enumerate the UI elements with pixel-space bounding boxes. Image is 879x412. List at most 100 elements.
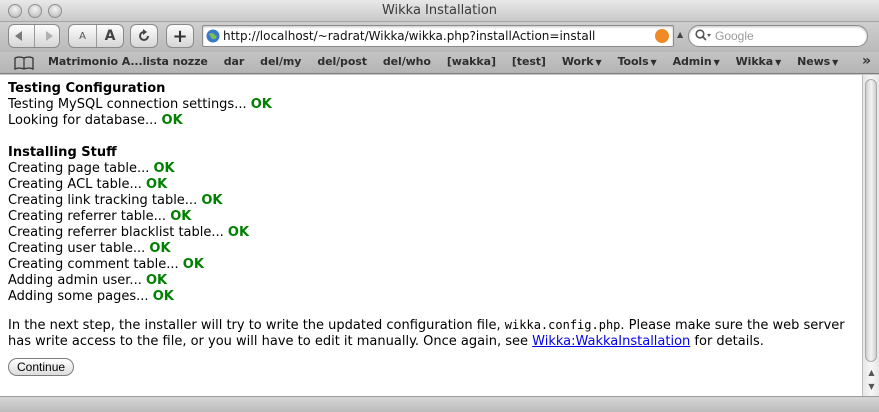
bookmark-label: del/post: [317, 55, 367, 68]
status-ok-label: OK: [149, 241, 171, 256]
bookmark-item[interactable]: [test]: [504, 55, 554, 68]
status-text: Creating ACL table...: [8, 177, 142, 192]
status-text: Testing MySQL connection settings...: [8, 97, 247, 112]
text-smaller-button[interactable]: A: [69, 25, 96, 47]
heading-installing-stuff: Installing Stuff: [8, 145, 117, 160]
status-ok-label: OK: [170, 209, 192, 224]
bookmark-label: del/who: [382, 55, 431, 68]
window-title: Wikka Installation: [381, 3, 498, 18]
status-line: Creating user table... OK: [8, 241, 854, 257]
status-text: Looking for database...: [8, 113, 158, 128]
back-forward-control: [8, 24, 60, 48]
bookmark-item[interactable]: del/my: [252, 55, 309, 68]
bookmark-item[interactable]: Matrimonio A...lista nozze: [40, 55, 216, 68]
dropdown-caret-icon: ▼: [595, 58, 602, 67]
address-bar[interactable]: http://localhost/~radrat/Wikka/wikka.php…: [202, 25, 674, 47]
status-ok-label: OK: [152, 289, 174, 304]
status-line: Creating page table... OK: [8, 161, 854, 177]
toolbar: A A + http://localhost/~radrat/Wikka/wik…: [0, 22, 879, 52]
forward-button[interactable]: [33, 25, 59, 47]
dropdown-caret-icon: ▼: [713, 58, 720, 67]
bookmark-label: Wikka: [735, 55, 774, 68]
bookmark-item[interactable]: dar: [216, 55, 252, 68]
bookmark-label: News: [797, 55, 831, 68]
bookmarks-list: Matrimonio A...lista nozze dar del/my del/p…: [40, 55, 846, 68]
status-line: Adding admin user... OK: [8, 273, 854, 289]
bookmark-label: del/my: [260, 55, 302, 68]
bookmark-item[interactable]: [wakka]: [439, 55, 504, 68]
status-line: Creating referrer table... OK: [8, 209, 854, 225]
dropdown-caret-icon: ▼: [832, 58, 839, 67]
vertical-scrollbar[interactable]: ▲ ▼: [862, 75, 879, 396]
add-bookmark-button[interactable]: +: [166, 24, 194, 48]
bookmark-label: Admin: [672, 55, 712, 68]
bookmark-label: dar: [223, 55, 245, 68]
status-text: Creating referrer blacklist table...: [8, 225, 224, 240]
heading-testing-configuration: Testing Configuration: [8, 81, 166, 96]
status-text: Creating referrer table...: [8, 209, 167, 224]
bookmark-label: Work: [561, 55, 594, 68]
status-line: Creating comment table... OK: [8, 257, 854, 273]
dropdown-caret-icon: ▼: [650, 58, 657, 67]
paragraph-text-3: for details.: [690, 334, 764, 349]
status-ok-label: OK: [145, 273, 168, 288]
status-ok-label: OK: [153, 161, 175, 176]
continue-button[interactable]: Continue: [8, 358, 75, 376]
status-line: Adding some pages... OK: [8, 289, 854, 305]
search-box[interactable]: [688, 25, 868, 47]
status-text: Creating user table...: [8, 241, 146, 256]
bookmark-item[interactable]: Wikka ▼: [728, 55, 790, 68]
status-bar: [0, 396, 879, 412]
bookmark-item[interactable]: Tools ▼: [610, 55, 665, 68]
back-arrow-icon: [15, 31, 23, 41]
status-line: Creating ACL table... OK: [8, 177, 854, 193]
bookmark-label: Tools: [617, 55, 649, 68]
status-text: Creating link tracking table...: [8, 193, 198, 208]
status-ok-label: OK: [227, 225, 250, 240]
bookmark-item[interactable]: Admin ▼: [665, 55, 728, 68]
status-ok-label: OK: [182, 257, 204, 272]
status-ok-label: OK: [201, 193, 223, 208]
status-ok-label: OK: [161, 113, 183, 128]
status-ok-label: OK: [146, 177, 168, 192]
scrollbar-thumb[interactable]: [865, 79, 877, 362]
status-text: Adding admin user...: [8, 273, 142, 288]
globe-icon: [206, 29, 220, 43]
back-button[interactable]: [9, 25, 34, 47]
bookmarks-overflow-button[interactable]: »: [862, 53, 871, 69]
url-text: http://localhost/~radrat/Wikka/wikka.php…: [223, 29, 596, 43]
status-text: Creating page table...: [8, 161, 150, 176]
bookmark-item[interactable]: News ▼: [789, 55, 846, 68]
text-bigger-button[interactable]: A: [95, 25, 123, 47]
search-icon: [695, 29, 711, 41]
page-content: Testing Configuration Testing MySQL conn…: [0, 75, 862, 396]
forward-arrow-icon: [45, 31, 53, 41]
config-filename: wikka.config.php: [504, 318, 621, 332]
text-size-control: A A: [68, 24, 124, 48]
status-line: Looking for database... OK: [8, 113, 854, 129]
bookmark-label: [test]: [511, 55, 546, 68]
bookmark-item[interactable]: del/who: [375, 55, 439, 68]
status-text: Creating comment table...: [8, 257, 179, 272]
reload-icon: [139, 29, 149, 41]
scroll-down-arrow-icon[interactable]: ▼: [863, 380, 879, 394]
reload-button[interactable]: [130, 24, 158, 48]
next-step-paragraph: In the next step, the installer will try…: [8, 317, 854, 350]
testing-list: Testing MySQL connection settings... OK L…: [8, 97, 854, 129]
paragraph-text-1: In the next step, the installer will try…: [8, 318, 505, 333]
url-history-caret-icon[interactable]: ▲: [677, 30, 683, 39]
wakka-installation-link[interactable]: Wikka:WakkaInstallation: [532, 334, 690, 349]
bookmark-item[interactable]: Work ▼: [554, 55, 610, 68]
bookmarks-bar: Matrimonio A...lista nozze dar del/my del/p…: [0, 52, 879, 74]
status-line: Creating link tracking table... OK: [8, 193, 854, 209]
book-icon[interactable]: [14, 56, 34, 70]
scroll-up-arrow-icon[interactable]: ▲: [863, 366, 879, 380]
installing-list: Creating page table... OK Creating ACL ta…: [8, 161, 854, 305]
snapback-icon[interactable]: [655, 29, 669, 43]
status-ok-label: OK: [250, 97, 272, 112]
status-line: Creating referrer blacklist table... OK: [8, 225, 854, 241]
bookmark-label: [wakka]: [446, 55, 496, 68]
search-input[interactable]: [715, 28, 863, 44]
bookmark-item[interactable]: del/post: [309, 55, 375, 68]
dropdown-caret-icon: ▼: [775, 58, 782, 67]
